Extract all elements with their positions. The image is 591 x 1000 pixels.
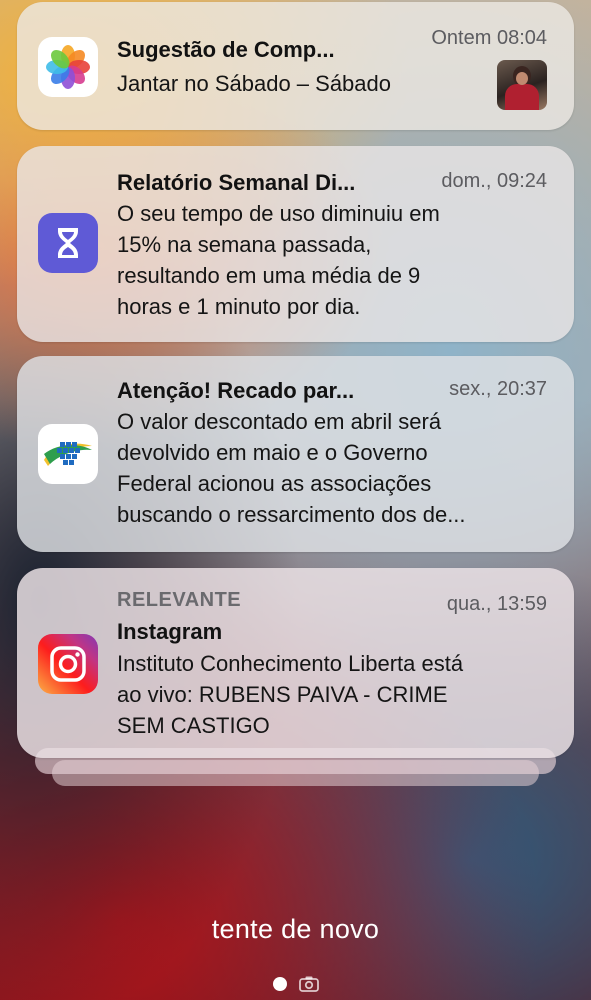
notification-title: Relatório Semanal Di...	[117, 170, 356, 195]
body-line: horas e 1 minuto por dia.	[117, 294, 361, 319]
body-line: SEM CASTIGO	[117, 713, 270, 738]
retry-message: tente de novo	[211, 914, 380, 944]
screen-time-hourglass-icon	[38, 213, 98, 273]
notification-time: Ontem 08:04	[431, 27, 547, 49]
page-dot-icon	[273, 977, 287, 991]
body-line: resultando em uma média de 9	[117, 263, 421, 288]
photos-icon	[38, 37, 98, 97]
body-line: O valor descontado em abril será	[117, 409, 442, 434]
notification-body: O valor descontado em abril será devolvi…	[117, 406, 466, 530]
photo-thumbnail	[497, 60, 547, 110]
notification-title: Atenção! Recado par...	[117, 378, 355, 403]
body-line: 15% na semana passada,	[117, 232, 372, 257]
body-line: devolvido em maio e o Governo	[117, 440, 428, 465]
notification-body: O seu tempo de uso diminuiu em 15% na se…	[117, 198, 440, 322]
body-line: ao vivo: RUBENS PAIVA - CRIME	[117, 682, 448, 707]
instagram-icon	[38, 634, 98, 694]
body-line: buscando o ressarcimento dos de...	[117, 502, 466, 527]
body-line: O seu tempo de uso diminuiu em	[117, 201, 440, 226]
relevance-label: RELEVANTE	[117, 589, 242, 611]
notification-body: Instituto Conhecimento Liberta está ao v…	[117, 648, 463, 741]
notification-instagram[interactable]: RELEVANTE qua., 13:59 Instagram Institut…	[17, 568, 574, 758]
notification-title: Sugestão de Comp...	[117, 37, 335, 62]
notification-body: Jantar no Sábado – Sábado	[117, 71, 392, 96]
notification-time: sex., 20:37	[449, 378, 547, 400]
notification-title: Instagram	[117, 619, 223, 644]
notification-time: qua., 13:59	[446, 593, 547, 615]
body-line: Instituto Conhecimento Liberta está	[117, 651, 464, 676]
inss-gov-icon	[38, 424, 98, 484]
notification-photos[interactable]: Sugestão de Comp... Ontem 08:04 Jantar n…	[17, 2, 574, 130]
notification-screen-time[interactable]: Relatório Semanal Di... dom., 09:24 O se…	[17, 146, 574, 342]
notification-time: dom., 09:24	[441, 170, 547, 192]
camera-icon[interactable]	[299, 975, 319, 993]
body-line: Federal acionou as associações	[117, 471, 432, 496]
notification-inss[interactable]: Atenção! Recado par... sex., 20:37 O val…	[17, 356, 574, 552]
